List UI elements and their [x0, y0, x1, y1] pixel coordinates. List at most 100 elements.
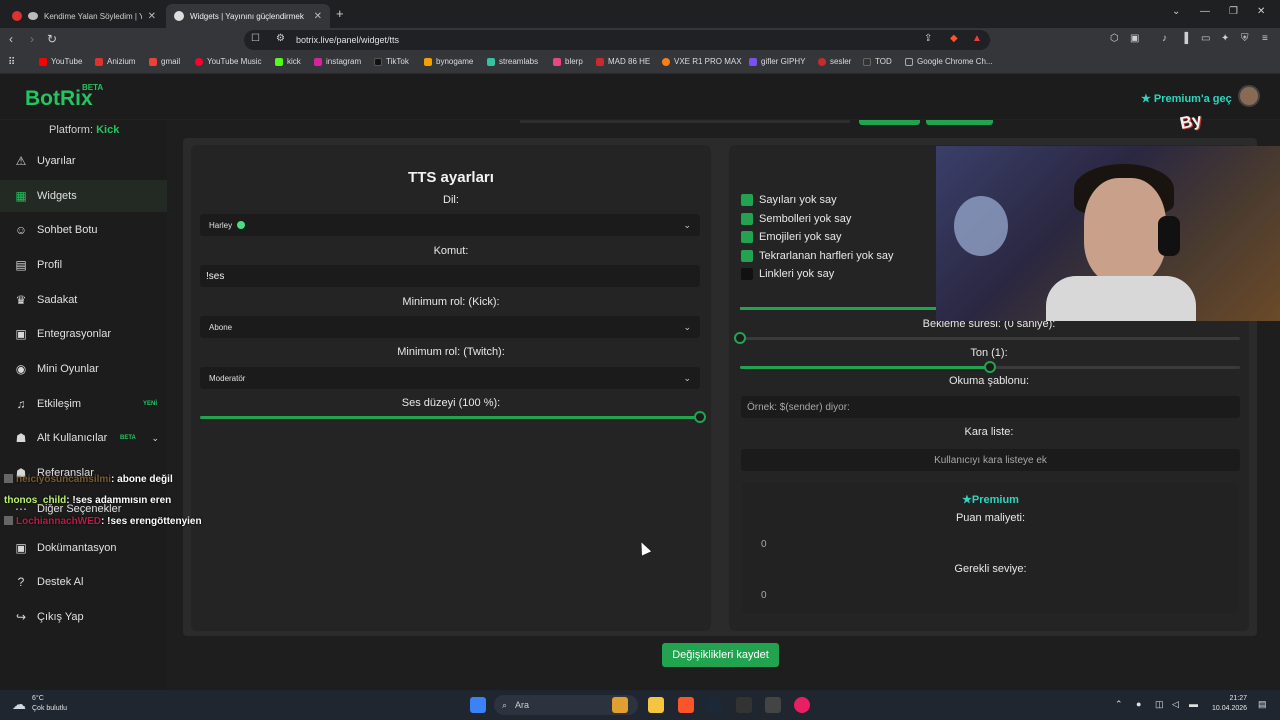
sidebar-item-interaction[interactable]: ♫ Etkileşim YENİ	[0, 388, 167, 420]
vpn-icon[interactable]: ⛨	[1241, 33, 1249, 44]
close-tab-icon[interactable]: ✕	[314, 11, 322, 22]
ignore-symbols-checkbox[interactable]: Sembolleri yok say	[741, 213, 851, 225]
bookmark-anizium[interactable]: Anizium	[95, 57, 135, 66]
avatar[interactable]	[1238, 85, 1260, 107]
bookmark-icon[interactable]: ☐	[251, 33, 260, 44]
bookmark-kick[interactable]: kick	[275, 57, 301, 66]
checkbox-box[interactable]	[741, 213, 753, 225]
sidebar-item-widgets[interactable]: ▦ Widgets	[0, 180, 167, 212]
cooldown-slider[interactable]	[734, 332, 1240, 344]
bookmark-chrome[interactable]: Google Chrome Ch...	[905, 57, 993, 66]
extension-icon[interactable]: ▣	[1130, 33, 1139, 44]
bookmark-giphy[interactable]: gifler GIPHY	[749, 57, 805, 66]
premium-cta-link[interactable]: ★ Premium'a geç	[1141, 92, 1232, 106]
music-icon[interactable]: ♪	[1162, 33, 1167, 44]
share-icon[interactable]: ⇪	[924, 33, 932, 44]
steam-icon[interactable]	[706, 697, 722, 713]
extension-icon[interactable]: ⬡	[1110, 33, 1119, 44]
sidebar-item-alerts[interactable]: ⚠ Uyarılar	[0, 145, 167, 177]
top-button-edge[interactable]	[926, 120, 993, 125]
itunes-icon[interactable]	[794, 697, 810, 713]
sidebar-item-logout[interactable]: ↪ Çıkış Yap	[0, 601, 167, 633]
close-window-icon[interactable]: ✕	[1257, 6, 1265, 17]
network-icon[interactable]: ◫	[1155, 699, 1164, 710]
battery-icon[interactable]: ▬	[1189, 699, 1198, 709]
sidebar-item-integrations[interactable]: ▣ Entegrasyonlar	[0, 318, 167, 350]
volume-icon[interactable]: ◁	[1172, 699, 1179, 710]
site-info-icon[interactable]: ⚙	[276, 33, 285, 44]
forward-icon[interactable]: ›	[30, 32, 34, 46]
ignore-links-checkbox[interactable]: Linkleri yok say	[741, 268, 834, 280]
bookmark-youtube-music[interactable]: YouTube Music	[195, 57, 262, 66]
browser-tab-widgets[interactable]: Widgets | Yayınını güçlendirmek ✕	[166, 4, 330, 28]
bookmark-streamlabs[interactable]: streamlabs	[487, 57, 538, 66]
url-field[interactable]: ☐ ⚙ botrix.live/panel/widget/tts ⇪ ◆ ▲	[244, 30, 990, 50]
bookmark-gmail[interactable]: gmail	[149, 57, 180, 66]
min-role-kick-select[interactable]: Abone ⌄	[200, 316, 700, 338]
language-select[interactable]: Harley ⌄	[200, 214, 700, 236]
sidebar-item-support[interactable]: ? Destek Al	[0, 566, 167, 598]
start-icon[interactable]	[470, 697, 486, 713]
bookmark-vxe[interactable]: VXE R1 PRO MAX	[662, 57, 742, 66]
checkbox-box[interactable]	[741, 268, 753, 280]
weather-widget[interactable]: ☁ 6°C Çok bulutlu	[12, 694, 67, 714]
sidebar-item-loyalty[interactable]: ♛ Sadakat	[0, 284, 167, 316]
apps-grid-icon[interactable]: ⠿	[8, 57, 15, 68]
system-clock[interactable]: 21:27 10.04.2026	[1212, 694, 1247, 714]
ignore-repeated-letters-checkbox[interactable]: Tekrarlanan harfleri yok say	[741, 250, 894, 262]
bookmark-youtube[interactable]: YouTube	[39, 57, 82, 66]
reload-icon[interactable]: ↻	[47, 32, 57, 46]
pitch-slider[interactable]	[740, 361, 1240, 373]
command-input[interactable]: !ses	[200, 265, 700, 287]
bookmark-tod[interactable]: TOD	[863, 57, 892, 66]
volume-slider[interactable]	[200, 411, 706, 423]
sidebar-icon[interactable]: ▐	[1181, 33, 1188, 44]
minimize-icon[interactable]: —	[1200, 6, 1210, 17]
chevron-down-icon[interactable]: ⌄	[151, 433, 159, 444]
checkbox-box[interactable]	[741, 194, 753, 206]
brave-shield-icon[interactable]: ◆	[950, 33, 958, 44]
sidebar-item-profile[interactable]: ▤ Profil	[0, 249, 167, 281]
bookmark-bynogame[interactable]: bynogame	[424, 57, 473, 66]
sidebar-item-minigames[interactable]: ◉ Mini Oyunlar	[0, 353, 167, 385]
notification-icon[interactable]: ▤	[1258, 699, 1267, 710]
browser-tab-youtube[interactable]: Kendime Yalan Söyledim | YouTub ✕	[4, 4, 164, 28]
bookmark-instagram[interactable]: instagram	[314, 57, 361, 66]
level-input[interactable]: 0	[755, 584, 1233, 606]
mic-icon[interactable]: ●	[1136, 699, 1141, 709]
top-button-edge[interactable]	[859, 120, 920, 125]
save-button[interactable]: Değişiklikleri kaydet	[662, 643, 779, 667]
bookmark-mad86[interactable]: MAD 86 HE	[596, 57, 650, 66]
cost-input[interactable]: 0	[755, 533, 1233, 555]
pitch-slider-thumb[interactable]	[984, 361, 996, 373]
tab-search-icon[interactable]: ⌄	[1172, 6, 1180, 17]
leo-ai-icon[interactable]: ✦	[1221, 33, 1229, 44]
close-tab-icon[interactable]: ✕	[148, 11, 156, 22]
wallet-icon[interactable]: ▭	[1201, 33, 1210, 44]
game-icon[interactable]	[612, 697, 628, 713]
sidebar-item-chatbot[interactable]: ☺ Sohbet Botu	[0, 214, 167, 246]
menu-icon[interactable]: ≡	[1262, 33, 1268, 44]
bookmark-tiktok[interactable]: TikTok	[374, 57, 409, 66]
folder-icon[interactable]	[648, 697, 664, 713]
brave-rewards-icon[interactable]: ▲	[972, 33, 982, 44]
checkbox-box[interactable]	[741, 231, 753, 243]
cooldown-slider-thumb[interactable]	[734, 332, 746, 344]
ignore-numbers-checkbox[interactable]: Sayıları yok say	[741, 194, 837, 206]
new-tab-button[interactable]: +	[336, 6, 344, 21]
checkbox-box[interactable]	[741, 250, 753, 262]
template-input[interactable]: Örnek: $(sender) diyor:	[741, 396, 1240, 418]
sidebar-item-docs[interactable]: ▣ Dokümantasyon	[0, 532, 167, 564]
bookmark-blerp[interactable]: blerp	[553, 57, 583, 66]
brave-icon[interactable]	[678, 697, 694, 713]
back-icon[interactable]: ‹	[9, 32, 13, 46]
epic-games-icon[interactable]	[736, 697, 752, 713]
maximize-icon[interactable]: ❐	[1229, 6, 1238, 17]
chevron-up-icon[interactable]: ⌃	[1115, 699, 1123, 710]
store-icon[interactable]	[765, 697, 781, 713]
bookmark-sesler[interactable]: sesler	[818, 57, 851, 66]
min-role-twitch-select[interactable]: Moderatör ⌄	[200, 367, 700, 389]
ignore-emojis-checkbox[interactable]: Emojileri yok say	[741, 231, 842, 243]
blacklist-input[interactable]: Kullanıcıyı kara listeye ek	[741, 449, 1240, 471]
volume-slider-thumb[interactable]	[694, 411, 706, 423]
